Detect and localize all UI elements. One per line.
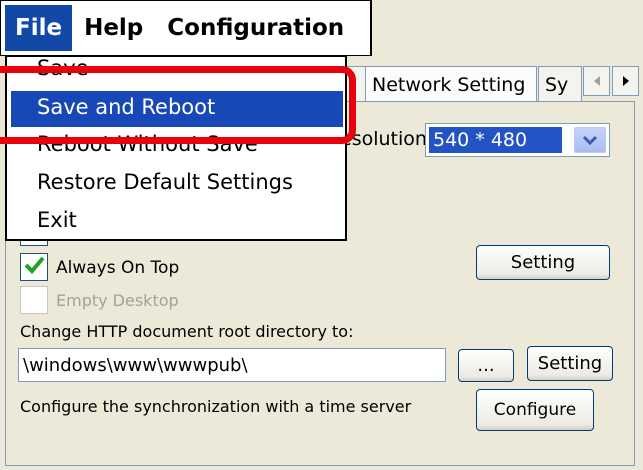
chevron-left-icon <box>592 72 602 91</box>
menu-item-restore-defaults-label: Restore Default Settings <box>37 170 293 194</box>
menu-item-restore-defaults[interactable]: Restore Default Settings <box>37 170 293 194</box>
annotation-highlight-box <box>0 66 356 144</box>
http-root-path-input[interactable]: \windows\www\wwwpub\ <box>18 348 446 382</box>
http-setting-button-label: Setting <box>537 353 603 374</box>
resolution-value: 540 * 480 <box>429 127 562 153</box>
configure-button-label: Configure <box>493 400 577 420</box>
menu-help-label: Help <box>84 15 144 41</box>
menu-help[interactable]: Help <box>72 5 155 51</box>
menu-file[interactable]: File <box>5 5 73 51</box>
checkmark-icon <box>23 255 45 279</box>
tab-scroll-buttons <box>583 66 639 96</box>
chevron-right-icon <box>621 72 631 91</box>
always-on-top-label: Always On Top <box>56 258 180 278</box>
setting-button[interactable]: Setting <box>476 245 610 280</box>
menu-item-exit[interactable]: Exit <box>37 208 77 232</box>
resolution-select[interactable]: 540 * 480 <box>425 123 610 157</box>
empty-desktop-label: Empty Desktop <box>56 291 179 310</box>
resolution-dropdown-button[interactable] <box>574 127 606 153</box>
menu-configuration[interactable]: Configuration <box>155 5 356 51</box>
time-sync-label: Configure the synchronization with a tim… <box>20 397 412 416</box>
browse-button[interactable]: ... <box>458 349 514 382</box>
tab-scroll-left-button[interactable] <box>583 66 610 96</box>
tab-system-label: Sy <box>545 73 569 96</box>
browse-button-label: ... <box>477 355 495 376</box>
tab-scroll-right-button[interactable] <box>612 66 639 96</box>
tab-network-setting[interactable]: Network Setting <box>365 66 537 102</box>
chevron-down-icon <box>582 131 598 150</box>
tab-network-setting-label: Network Setting <box>372 73 526 96</box>
menu-configuration-label: Configuration <box>167 15 345 41</box>
tab-system[interactable]: Sy <box>538 66 582 102</box>
empty-desktop-checkbox[interactable] <box>20 286 48 314</box>
always-on-top-checkbox[interactable] <box>20 253 48 281</box>
menu-bar: File Help Configuration <box>0 0 372 56</box>
setting-button-label: Setting <box>510 252 576 273</box>
configure-button[interactable]: Configure <box>476 389 594 431</box>
http-setting-button[interactable]: Setting <box>527 346 613 381</box>
menu-file-label: File <box>15 15 63 41</box>
menu-item-exit-label: Exit <box>37 208 77 232</box>
http-root-label: Change HTTP document root directory to: <box>20 322 354 341</box>
